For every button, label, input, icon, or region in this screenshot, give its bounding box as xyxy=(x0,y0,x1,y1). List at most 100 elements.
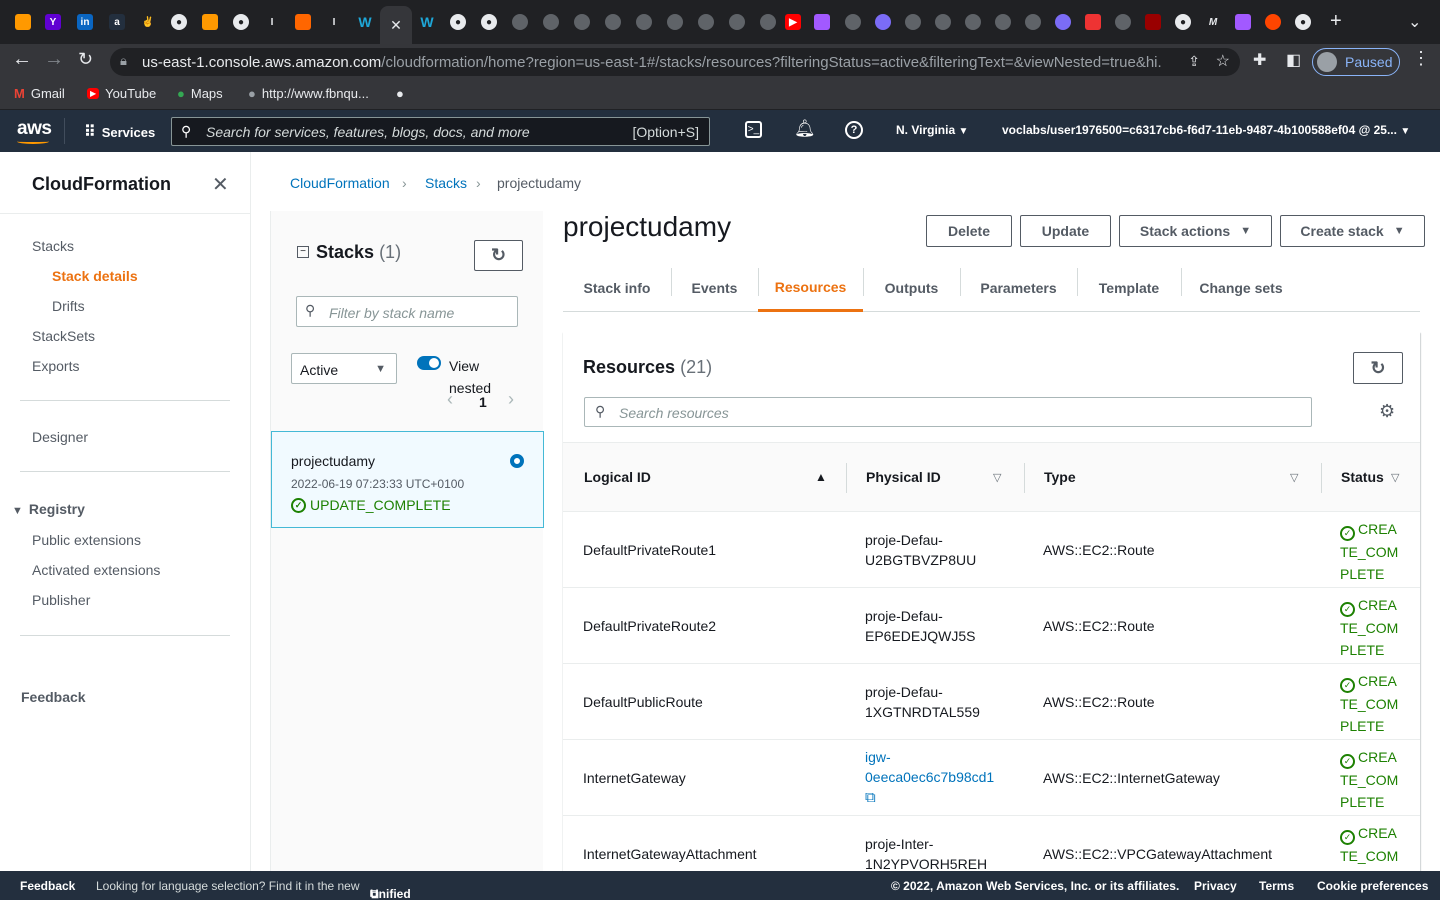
browser-tab[interactable] xyxy=(536,6,566,38)
browser-tab[interactable]: in xyxy=(70,6,100,38)
browser-tab[interactable]: ▶ xyxy=(778,6,808,38)
browser-tab[interactable] xyxy=(928,6,958,38)
bookmark-gmail[interactable]: M Gmail xyxy=(14,86,65,101)
breadcrumb-stacks[interactable]: Stacks xyxy=(425,175,467,191)
browser-tab[interactable] xyxy=(1108,6,1138,38)
footer-privacy-link[interactable]: Privacy xyxy=(1194,879,1237,893)
account-menu[interactable]: voclabs/user1976500=c6317cb6-f6d7-11eb-9… xyxy=(1002,123,1410,137)
tab-parameters[interactable]: Parameters xyxy=(960,264,1077,311)
update-button[interactable]: Update xyxy=(1020,215,1111,247)
browser-tab[interactable] xyxy=(988,6,1018,38)
browser-tab[interactable] xyxy=(195,6,225,38)
browser-tab[interactable] xyxy=(567,6,597,38)
aws-search-input[interactable]: ⚲ Search for services, features, blogs, … xyxy=(171,117,710,146)
sort-icon[interactable]: ▽ xyxy=(993,471,1001,484)
browser-tab[interactable] xyxy=(1258,6,1288,38)
view-nested-toggle[interactable] xyxy=(417,356,441,370)
share-icon[interactable]: ⇪ xyxy=(1188,53,1200,70)
sidebar-item-activated-extensions[interactable]: Activated extensions xyxy=(32,562,160,578)
help-icon[interactable]: ? xyxy=(845,121,863,139)
sidebar-item-drifts[interactable]: Drifts xyxy=(52,298,85,314)
col-type[interactable]: Type xyxy=(1044,469,1076,485)
browser-tab[interactable] xyxy=(1048,6,1078,38)
chevron-right-icon[interactable]: › xyxy=(508,389,514,410)
tab-template[interactable]: Template xyxy=(1077,264,1181,311)
browser-tab[interactable]: ● xyxy=(1288,6,1318,38)
browser-tab[interactable] xyxy=(629,6,659,38)
browser-tab[interactable]: W xyxy=(412,6,442,38)
sidebar-item-designer[interactable]: Designer xyxy=(32,429,88,445)
stack-filter-input[interactable]: ⚲ Filter by stack name xyxy=(296,296,518,327)
physical-id-link[interactable]: igw- 0eeca0ec6c7b98cd1 ⧉ xyxy=(865,747,994,808)
browser-tab[interactable]: a xyxy=(102,6,132,38)
browser-tab[interactable] xyxy=(722,6,752,38)
region-selector[interactable]: N. Virginia ▼ xyxy=(896,123,968,137)
browser-tab[interactable]: I xyxy=(319,6,349,38)
sidebar-item-stack-details[interactable]: Stack details xyxy=(52,268,138,284)
tab-events[interactable]: Events xyxy=(671,264,758,311)
sidebar-item-exports[interactable]: Exports xyxy=(32,358,79,374)
tab-outputs[interactable]: Outputs xyxy=(863,264,960,311)
side-panel-icon[interactable]: ◧ xyxy=(1286,50,1301,70)
tab-change-sets[interactable]: Change sets xyxy=(1181,264,1301,311)
bookmark-star-icon[interactable]: ☆ xyxy=(1216,51,1230,71)
close-icon[interactable]: ✕ xyxy=(212,172,229,197)
browser-tab[interactable] xyxy=(838,6,868,38)
browser-tab[interactable] xyxy=(288,6,318,38)
close-icon[interactable]: ✕ xyxy=(390,17,402,34)
radio-selected[interactable] xyxy=(510,454,524,468)
menu-kebab-icon[interactable]: ⋮ xyxy=(1412,48,1430,69)
col-physical-id[interactable]: Physical ID xyxy=(866,469,941,485)
footer-feedback-link[interactable]: Feedback xyxy=(20,879,75,893)
col-logical-id[interactable]: Logical ID xyxy=(584,469,651,485)
bookmark-fbnqu[interactable]: ● http://www.fbnqu... xyxy=(248,86,369,101)
browser-tab[interactable] xyxy=(958,6,988,38)
profile-button[interactable]: Paused xyxy=(1312,48,1400,76)
browser-tab[interactable]: ✌ xyxy=(133,6,163,38)
browser-tab[interactable] xyxy=(1228,6,1258,38)
page-number[interactable]: 1 xyxy=(479,394,487,410)
browser-tab[interactable]: Y xyxy=(38,6,68,38)
browser-tab[interactable] xyxy=(660,6,690,38)
browser-tab[interactable]: ● xyxy=(164,6,194,38)
bookmark-youtube[interactable]: ▶ YouTube xyxy=(87,86,156,101)
browser-tab[interactable]: ● xyxy=(474,6,504,38)
refresh-button[interactable]: ↻ xyxy=(474,240,523,271)
notifications-bell-icon[interactable]: 🔔︎ xyxy=(794,119,816,139)
browser-tab[interactable]: M xyxy=(1198,6,1228,38)
reload-icon[interactable]: ↻ xyxy=(78,49,93,70)
browser-tab[interactable]: ● xyxy=(226,6,256,38)
services-menu[interactable]: ⠿ Services xyxy=(84,122,155,142)
stack-actions-button[interactable]: Stack actions ▼ xyxy=(1119,215,1272,247)
sort-icon[interactable]: ▽ xyxy=(1290,471,1298,484)
sidebar-item-public-extensions[interactable]: Public extensions xyxy=(32,532,141,548)
delete-button[interactable]: Delete xyxy=(926,215,1012,247)
new-tab-icon[interactable]: + xyxy=(1330,10,1342,33)
sidebar-item-stacks[interactable]: Stacks xyxy=(32,238,74,254)
breadcrumb-cloudformation[interactable]: CloudFormation xyxy=(290,175,390,191)
browser-tab[interactable] xyxy=(1138,6,1168,38)
bookmark-github[interactable]: ● xyxy=(396,86,404,101)
browser-tab[interactable] xyxy=(807,6,837,38)
sort-icon[interactable]: ▽ xyxy=(1391,471,1399,484)
tab-search-chevron-icon[interactable]: ⌄ xyxy=(1408,12,1421,32)
browser-tab[interactable] xyxy=(691,6,721,38)
omnibox[interactable]: 🔒︎ us-east-1.console.aws.amazon.com/clou… xyxy=(110,48,1240,76)
aws-logo[interactable]: aws xyxy=(17,118,52,144)
bookmark-maps[interactable]: ● Maps xyxy=(177,86,223,101)
forward-icon[interactable]: → xyxy=(44,48,64,71)
sidebar-section-registry[interactable]: ▼ Registry xyxy=(12,501,85,517)
browser-tab[interactable] xyxy=(505,6,535,38)
external-link-icon[interactable]: ⧉ xyxy=(865,789,876,806)
create-stack-button[interactable]: Create stack ▼ xyxy=(1280,215,1425,247)
resources-search-input[interactable]: ⚲ Search resources xyxy=(584,397,1312,427)
browser-tab[interactable] xyxy=(1078,6,1108,38)
status-filter-select[interactable]: Active ▼ xyxy=(291,353,397,384)
browser-tab[interactable] xyxy=(8,6,38,38)
settings-gear-icon[interactable]: ⚙ xyxy=(1379,401,1395,422)
sidebar-feedback[interactable]: Feedback xyxy=(21,689,86,705)
stack-list-item[interactable]: projectudamy 2022-06-19 07:23:33 UTC+010… xyxy=(271,431,544,528)
col-status[interactable]: Status xyxy=(1341,469,1384,485)
browser-tab[interactable]: ● xyxy=(1168,6,1198,38)
footer-terms-link[interactable]: Terms xyxy=(1259,879,1294,893)
